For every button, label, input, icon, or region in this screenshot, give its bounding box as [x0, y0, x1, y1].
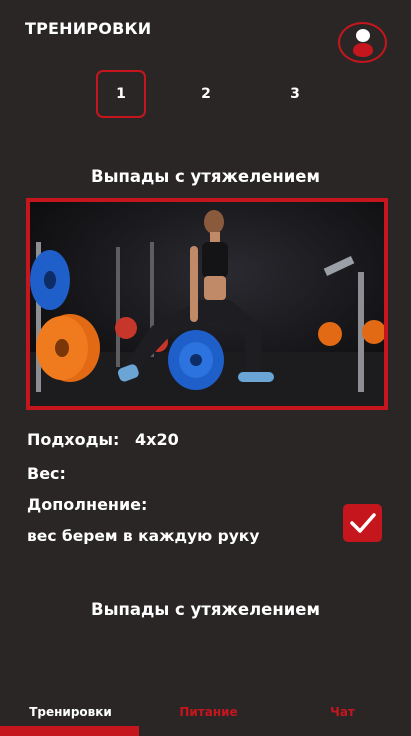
exercise-photo — [26, 198, 388, 410]
weight-label: Вес: — [27, 464, 66, 483]
page-title: ТРЕНИРОВКИ — [25, 19, 152, 38]
active-tab-indicator — [0, 726, 139, 736]
lunge-photo-illustration — [30, 202, 384, 406]
bottom-navigation: Тренировки Питание Чат — [0, 690, 411, 736]
note-text: вес берем в каждую руку — [27, 527, 260, 545]
sets-label: Подходы: — [27, 430, 120, 449]
avatar-head — [356, 29, 370, 42]
tab-day-2[interactable]: 2 — [181, 70, 231, 118]
exercise-title: Выпады с утяжелением — [91, 167, 320, 186]
sets-value: 4х20 — [135, 430, 179, 449]
nav-item-workouts[interactable]: Тренировки — [2, 705, 139, 719]
nav-item-chat[interactable]: Чат — [274, 705, 411, 719]
day-tabs: 1 2 3 — [0, 70, 411, 118]
complete-checkbox[interactable] — [343, 504, 382, 542]
tab-day-3[interactable]: 3 — [270, 70, 320, 118]
note-label: Дополнение: — [27, 495, 148, 514]
avatar-body — [353, 43, 373, 57]
tab-day-1[interactable]: 1 — [96, 70, 146, 118]
exercise-title-2: Выпады с утяжелением — [91, 600, 320, 619]
sets-row: Подходы: 4х20 — [27, 430, 179, 449]
weight-row: Вес: — [27, 464, 66, 483]
nav-item-nutrition[interactable]: Питание — [140, 705, 277, 719]
user-avatar-icon[interactable] — [338, 22, 387, 63]
checkmark-icon — [349, 513, 376, 533]
